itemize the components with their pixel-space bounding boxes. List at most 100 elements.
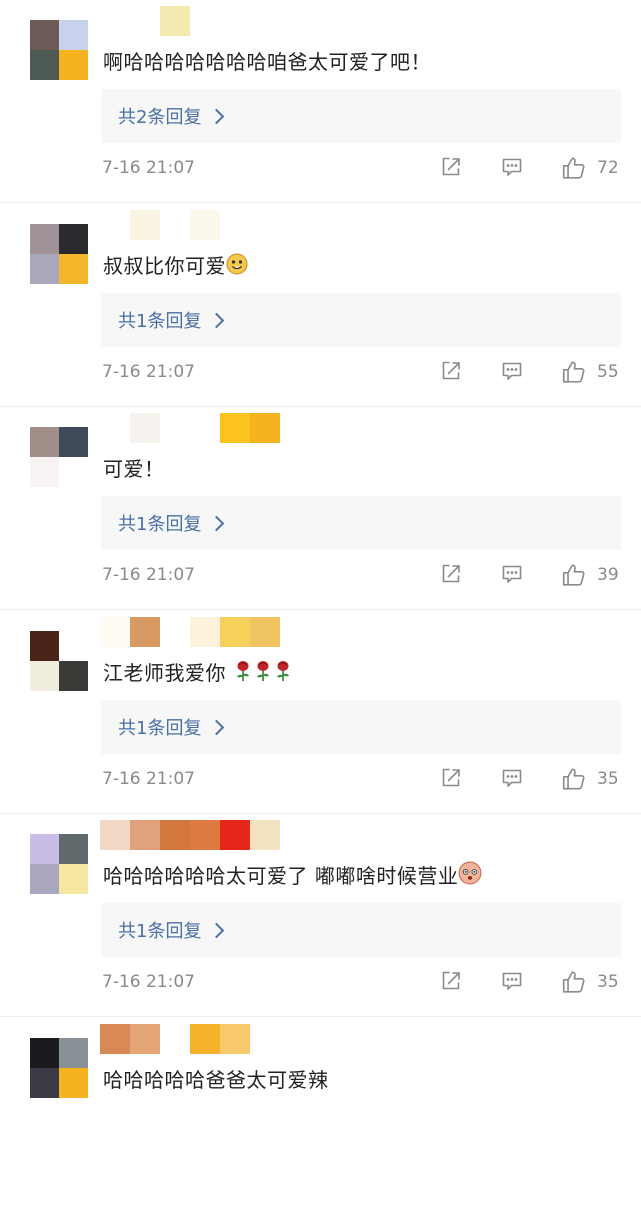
username-blur-block xyxy=(160,413,190,443)
avatar-tile xyxy=(59,427,88,457)
username-blur-block xyxy=(100,209,130,240)
replies-count-label: 共2条回复 xyxy=(118,107,202,128)
avatar-tile xyxy=(30,50,59,80)
username-blur-block xyxy=(220,1023,250,1054)
rose-emoji xyxy=(276,660,289,681)
share-icon xyxy=(442,361,460,379)
thumbs-up-icon xyxy=(562,157,585,179)
reply-button[interactable] xyxy=(500,766,524,790)
avatar[interactable] xyxy=(30,20,88,80)
comment-timestamp: 7-16 21:07 xyxy=(102,158,195,178)
share-button[interactable] xyxy=(439,359,463,383)
username-blur-block xyxy=(220,413,250,443)
avatar-tile xyxy=(59,50,88,80)
avatar[interactable] xyxy=(30,834,88,894)
share-icon xyxy=(442,564,460,583)
comment-timestamp: 7-16 21:07 xyxy=(102,361,195,382)
comment-text: 叔叔比你可爱 xyxy=(103,250,248,279)
username-blur-block xyxy=(100,616,130,647)
username-redacted[interactable] xyxy=(100,820,280,850)
share-button[interactable] xyxy=(439,155,463,179)
avatar-tile xyxy=(59,834,88,864)
username-blur-block xyxy=(190,413,220,443)
avatar[interactable] xyxy=(30,630,88,691)
like-button[interactable]: 35 xyxy=(561,766,619,792)
reply-button[interactable] xyxy=(500,155,524,179)
rose-emoji xyxy=(236,660,249,681)
avatar-tile xyxy=(30,1037,59,1068)
comment-icon xyxy=(502,158,522,176)
grin-emoji xyxy=(226,253,248,274)
comment-text: 可爱！ xyxy=(103,453,165,482)
username-blur-block xyxy=(220,820,250,850)
comment-item: 啊哈哈哈哈哈哈哈咱爸太可爱了吧！ 共2条回复 7-16 21:07 72 xyxy=(0,0,641,203)
username-blur-block xyxy=(130,209,160,240)
view-replies-button[interactable]: 共1条回复 xyxy=(101,496,621,550)
username-blur-block xyxy=(250,820,280,850)
like-count: 72 xyxy=(597,158,619,178)
comment-text-content: 哈哈哈哈哈哈太可爱了 嘟嘟啥时候营业 xyxy=(103,864,459,888)
username-blur-block xyxy=(160,209,190,240)
comment-item: 江老师我爱你 共1条回复 7-16 21:07 35 xyxy=(0,611,641,814)
avatar-tile xyxy=(59,660,88,691)
username-blur-block xyxy=(130,1023,160,1054)
view-replies-button[interactable]: 共1条回复 xyxy=(101,699,621,754)
avatar-tile xyxy=(59,20,88,50)
like-button[interactable]: 72 xyxy=(561,155,619,181)
thumbs-up-icon xyxy=(562,971,585,993)
comment-text: 啊哈哈哈哈哈哈哈咱爸太可爱了吧！ xyxy=(103,46,431,75)
comment-icon xyxy=(502,972,522,990)
comment-feed: 啊哈哈哈哈哈哈哈咱爸太可爱了吧！ 共2条回复 7-16 21:07 72 叔叔比… xyxy=(0,0,641,1098)
chevron-right-icon xyxy=(209,312,225,328)
thumbs-up-icon xyxy=(562,767,585,790)
comment-text: 哈哈哈哈哈爸爸太可爱辣 xyxy=(103,1064,329,1093)
avatar-tile xyxy=(59,1067,88,1098)
username-blur-block xyxy=(130,820,160,850)
chevron-right-icon xyxy=(209,922,225,939)
reply-button[interactable] xyxy=(500,562,524,586)
username-redacted[interactable] xyxy=(100,413,280,443)
comment-timestamp: 7-16 21:07 xyxy=(102,972,195,992)
username-blur-block xyxy=(190,1023,220,1054)
view-replies-button[interactable]: 共2条回复 xyxy=(101,89,621,143)
replies-count-label: 共1条回复 xyxy=(118,921,202,942)
avatar-tile xyxy=(59,864,88,894)
username-redacted[interactable] xyxy=(100,1023,250,1054)
avatar-tile xyxy=(30,457,59,487)
like-count: 39 xyxy=(597,565,619,585)
like-count: 55 xyxy=(597,361,619,382)
comment-timestamp: 7-16 21:07 xyxy=(102,565,195,585)
like-button[interactable]: 35 xyxy=(561,969,619,995)
username-blur-block xyxy=(160,820,190,850)
like-button[interactable]: 39 xyxy=(561,562,619,588)
avatar[interactable] xyxy=(30,223,88,284)
avatar-tile xyxy=(30,834,59,864)
like-count: 35 xyxy=(597,972,619,992)
view-replies-button[interactable]: 共1条回复 xyxy=(101,292,621,347)
username-blur-block xyxy=(100,6,130,36)
comment-item: 哈哈哈哈哈爸爸太可爱辣 xyxy=(0,1018,641,1221)
username-redacted[interactable] xyxy=(100,6,190,36)
share-button[interactable] xyxy=(439,562,463,586)
avatar-tile xyxy=(30,864,59,894)
username-blur-block xyxy=(190,209,220,240)
avatar-tile xyxy=(30,630,59,661)
share-button[interactable] xyxy=(439,766,463,790)
avatar[interactable] xyxy=(30,427,88,487)
comment-text-content: 可爱！ xyxy=(103,457,165,481)
avatar-tile xyxy=(30,660,59,691)
view-replies-button[interactable]: 共1条回复 xyxy=(101,903,621,957)
username-redacted[interactable] xyxy=(100,616,280,647)
share-button[interactable] xyxy=(439,969,463,993)
username-redacted[interactable] xyxy=(100,209,220,240)
avatar-tile xyxy=(30,1067,59,1098)
username-blur-block xyxy=(250,413,280,443)
like-button[interactable]: 55 xyxy=(561,359,619,385)
comment-text: 哈哈哈哈哈哈太可爱了 嘟嘟啥时候营业 xyxy=(103,860,482,889)
reply-button[interactable] xyxy=(500,359,524,383)
username-blur-block xyxy=(190,616,220,647)
reply-button[interactable] xyxy=(500,969,524,993)
comment-text: 江老师我爱你 xyxy=(103,657,293,686)
username-blur-block xyxy=(220,616,250,647)
avatar[interactable] xyxy=(30,1037,88,1098)
